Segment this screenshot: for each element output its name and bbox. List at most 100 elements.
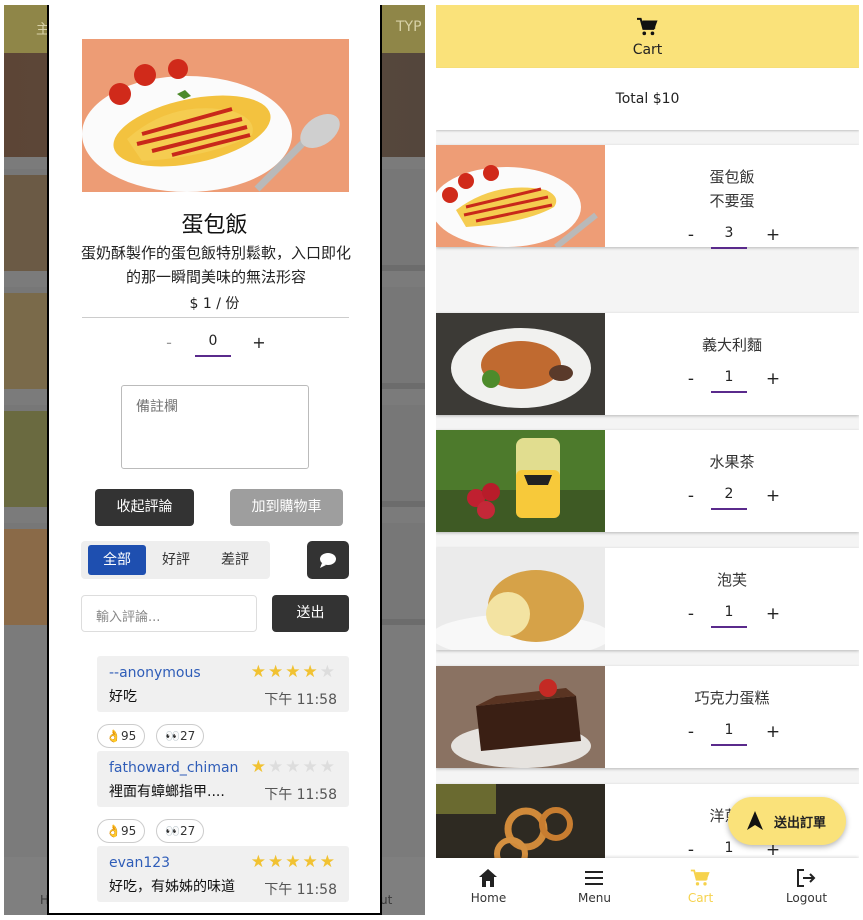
quantity-stepper: - 3 + bbox=[681, 225, 781, 255]
add-to-cart-button[interactable]: 加到購物車 bbox=[230, 489, 343, 526]
cart-item-name: 蛋包飯 不要蛋 bbox=[605, 165, 859, 213]
increase-quantity-button[interactable]: + bbox=[763, 486, 783, 506]
collapse-reviews-button[interactable]: 收起評論 bbox=[95, 489, 194, 526]
decrease-quantity-button[interactable]: - bbox=[159, 333, 179, 352]
chocolate-cake-image bbox=[436, 666, 605, 768]
review-time: 下午 11:58 bbox=[264, 692, 337, 708]
quantity-value[interactable]: 1 bbox=[711, 369, 747, 393]
cart-item-name: 泡芙 bbox=[716, 571, 747, 589]
reaction-count: 27 bbox=[179, 729, 196, 743]
nav-cart[interactable]: Cart bbox=[648, 858, 753, 915]
cart-header: Cart bbox=[436, 5, 859, 68]
tab-all-reviews[interactable]: 全部 bbox=[88, 545, 146, 575]
logout-icon bbox=[797, 869, 816, 887]
decrease-quantity-button[interactable]: - bbox=[681, 225, 701, 245]
increase-quantity-button[interactable]: + bbox=[763, 722, 783, 742]
quantity-stepper: - 1 + bbox=[681, 722, 781, 752]
divider bbox=[82, 317, 349, 318]
reaction-eyes-button[interactable]: 👀27 bbox=[156, 819, 205, 843]
nav-menu[interactable]: Menu bbox=[542, 858, 647, 915]
decrease-quantity-button[interactable]: - bbox=[681, 369, 701, 389]
dish-detail-modal: 蛋包飯 蛋奶酥製作的蛋包飯特別鬆軟，入口即化的那一瞬間美味的無法形容 $ 1 /… bbox=[47, 5, 382, 915]
nav-home[interactable]: Home bbox=[436, 858, 541, 915]
quantity-value[interactable]: 2 bbox=[711, 486, 747, 510]
review-time: 下午 11:58 bbox=[264, 882, 337, 898]
review-card: fathoward_chiman 裡面有蟑螂指甲.... ★★★★★ 下午 11… bbox=[97, 751, 349, 807]
review-username[interactable]: evan123 bbox=[109, 855, 170, 871]
review-username[interactable]: --anonymous bbox=[109, 665, 201, 681]
eyes-icon: 👀 bbox=[165, 729, 180, 743]
dish-price: $ 1 / 份 bbox=[189, 296, 240, 312]
star-rating: ★★★★★ bbox=[250, 852, 337, 872]
pasta-image bbox=[436, 313, 605, 415]
cart-item-name: 巧克力蛋糕 bbox=[694, 689, 770, 707]
cart-item: 泡芙 - 1 + bbox=[436, 548, 859, 650]
decrease-quantity-button[interactable]: - bbox=[681, 486, 701, 506]
background-header-right-text: TYP bbox=[396, 19, 422, 35]
cart-screen: Cart Total $10 蛋包飯 不要蛋 - 3 + 義大利麵 - 1 + … bbox=[436, 5, 859, 915]
omelette-rice-image bbox=[436, 145, 605, 247]
cart-total: Total $10 bbox=[436, 68, 859, 130]
comment-input[interactable]: 輸入評論... bbox=[81, 595, 257, 632]
cart-item-name: 義大利麵 bbox=[701, 336, 762, 354]
decrease-quantity-button[interactable]: - bbox=[681, 840, 701, 860]
review-text: 好吃 bbox=[109, 689, 137, 705]
quantity-value[interactable]: 1 bbox=[711, 604, 747, 628]
nav-logout[interactable]: Logout bbox=[754, 858, 859, 915]
quantity-stepper: - 1 + bbox=[681, 604, 781, 634]
quantity-value[interactable]: 3 bbox=[711, 225, 747, 249]
submit-order-button[interactable]: 送出訂單 bbox=[728, 797, 846, 845]
reaction-ok-button[interactable]: 👌95 bbox=[97, 724, 146, 748]
notes-field[interactable] bbox=[121, 385, 309, 469]
cart-item: 水果茶 - 2 + bbox=[436, 430, 859, 532]
tab-negative-reviews[interactable]: 差評 bbox=[206, 545, 264, 575]
tab-positive-reviews[interactable]: 好評 bbox=[147, 545, 205, 575]
dish-description: 蛋奶酥製作的蛋包飯特別鬆軟，入口即化的那一瞬間美味的無法形容 bbox=[81, 244, 352, 286]
increase-quantity-button[interactable]: + bbox=[763, 225, 783, 245]
review-time: 下午 11:58 bbox=[264, 787, 337, 803]
star-rating: ★★★★★ bbox=[250, 757, 337, 777]
quantity-stepper: - 2 + bbox=[681, 486, 781, 516]
cart-item-note: 不要蛋 bbox=[709, 192, 755, 210]
fruit-tea-image bbox=[436, 430, 605, 532]
quantity-value[interactable]: 0 bbox=[195, 333, 231, 357]
cart-icon bbox=[637, 17, 658, 36]
increase-quantity-button[interactable]: + bbox=[249, 333, 269, 352]
quantity-stepper: - 0 + bbox=[159, 333, 269, 367]
decrease-quantity-button[interactable]: - bbox=[681, 604, 701, 624]
menu-icon bbox=[585, 871, 603, 885]
quantity-stepper: - 1 + bbox=[681, 369, 781, 399]
cart-item: 巧克力蛋糕 - 1 + bbox=[436, 666, 859, 768]
increase-quantity-button[interactable]: + bbox=[763, 369, 783, 389]
review-text: 好吃，有姊姊的味道 bbox=[109, 879, 235, 895]
cart-title: Cart bbox=[632, 42, 663, 58]
nav-label: Logout bbox=[785, 891, 828, 905]
review-username[interactable]: fathoward_chiman bbox=[109, 760, 238, 776]
submit-comment-button[interactable]: 送出 bbox=[272, 595, 349, 632]
home-icon bbox=[479, 869, 497, 887]
eyes-icon: 👀 bbox=[165, 824, 180, 838]
ok-hand-icon: 👌 bbox=[106, 824, 121, 838]
reaction-ok-button[interactable]: 👌95 bbox=[97, 819, 146, 843]
bottom-navigation: Home Menu Cart Logout bbox=[436, 858, 859, 915]
reaction-count: 95 bbox=[120, 729, 137, 743]
omelette-rice-image bbox=[82, 39, 349, 192]
dish-detail-screen: 主 TYP H ut 蛋包飯 蛋奶酥製作的蛋包飯特別鬆軟，入口即化的那一瞬間美味… bbox=[4, 5, 425, 915]
reaction-count: 95 bbox=[120, 824, 137, 838]
cart-item-name: 水果茶 bbox=[709, 453, 755, 471]
navigation-arrow-icon bbox=[747, 811, 763, 830]
dish-title: 蛋包飯 bbox=[181, 213, 248, 238]
nav-label: Menu bbox=[578, 891, 611, 905]
reaction-count: 27 bbox=[179, 824, 196, 838]
decrease-quantity-button[interactable]: - bbox=[681, 722, 701, 742]
star-rating: ★★★★★ bbox=[250, 662, 337, 682]
reaction-eyes-button[interactable]: 👀27 bbox=[156, 724, 205, 748]
nav-label: Cart bbox=[687, 891, 714, 905]
comment-button[interactable] bbox=[307, 541, 349, 579]
review-text: 裡面有蟑螂指甲.... bbox=[109, 784, 225, 800]
ok-hand-icon: 👌 bbox=[106, 729, 121, 743]
quantity-value[interactable]: 1 bbox=[711, 722, 747, 746]
cart-item: 蛋包飯 不要蛋 - 3 + bbox=[436, 145, 859, 249]
review-card: evan123 好吃，有姊姊的味道 ★★★★★ 下午 11:58 bbox=[97, 846, 349, 902]
increase-quantity-button[interactable]: + bbox=[763, 604, 783, 624]
